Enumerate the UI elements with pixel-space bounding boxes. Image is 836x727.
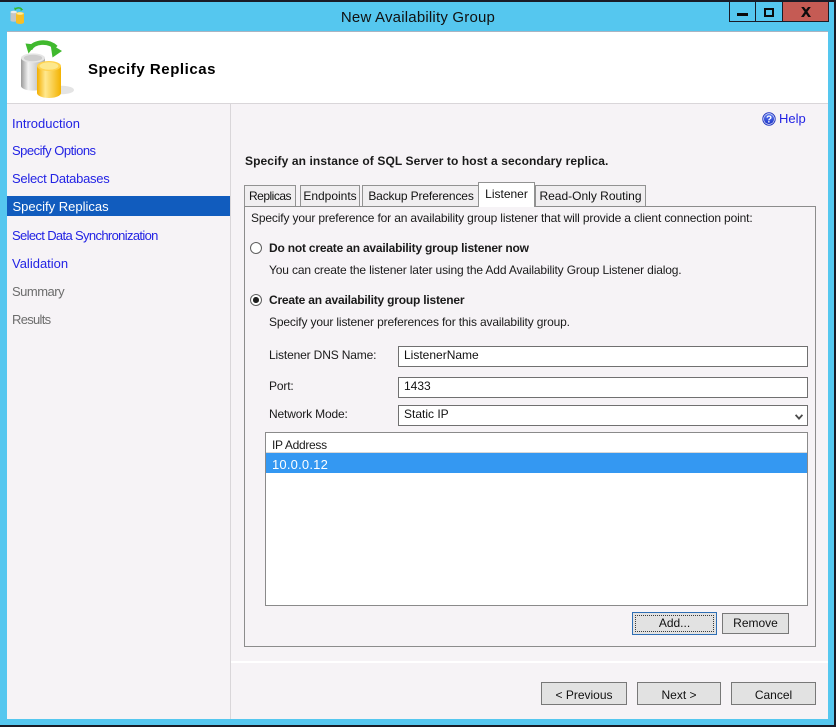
svg-text:?: ? [765,114,771,125]
